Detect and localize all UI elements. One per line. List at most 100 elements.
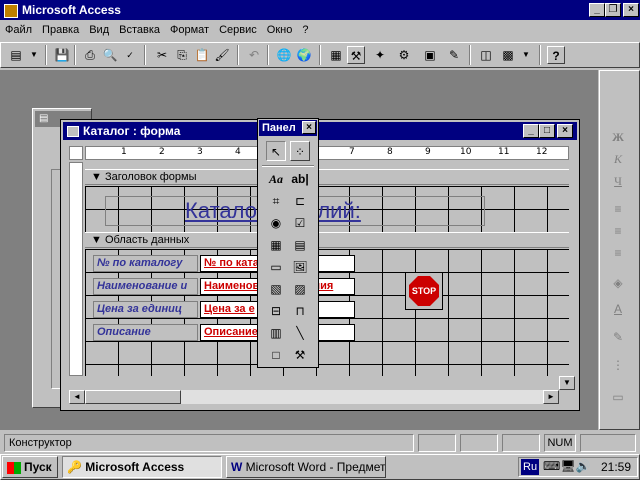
help-icon[interactable]: ? [547,46,565,64]
combo-box-tool-icon[interactable]: ▦ [266,235,286,255]
new-object-icon[interactable]: ▩ [499,46,517,64]
align-left-icon[interactable]: ≡ [608,199,628,219]
taskbar-word-button[interactable]: W Microsoft Word - Предмет... [226,456,386,478]
toolbox-close-button[interactable]: × [302,121,316,134]
form-selector[interactable] [69,146,83,160]
option-button-tool-icon[interactable]: ◉ [266,213,286,233]
detail-area[interactable]: № по каталогу № по ката Наименование и Н… [85,249,569,376]
form-close-button[interactable]: × [557,124,573,138]
format-painter-icon[interactable]: 🖌 [213,46,231,64]
toolbox-palette[interactable]: Панел × ↖ ⁘ Aa ab| ⌗ ⊏ ◉ ☑ ▦ ▤ ▭ 🖼 ▧ ▨ ⊟… [257,118,319,368]
special-effect-icon[interactable]: ▭ [608,387,628,407]
web-toolbar-icon[interactable]: 🌍 [295,46,313,64]
view-dropdown-icon[interactable]: ▼ [25,46,43,64]
autoformat-icon[interactable]: ✦ [371,46,389,64]
form-header-area[interactable]: Каталог изделий: [85,186,569,232]
minimize-button[interactable]: _ [589,3,605,17]
menu-file[interactable]: Файл [0,21,37,39]
more-controls-tool-icon[interactable]: ⚒ [290,345,310,365]
detail-section-bar[interactable]: ▼ Область данных [85,232,569,248]
page-break-tool-icon[interactable]: ⊟ [266,301,286,321]
list-box-tool-icon[interactable]: ▤ [290,235,310,255]
formatting-toolbar: Ж К Ч ≡ ≡ ≡ ◈ A ✎ ⋮ ▭ [599,70,640,430]
line-width-icon[interactable]: ⋮ [608,355,628,375]
hscroll-left-button[interactable]: ◄ [69,390,85,404]
system-tray: Ru ⌨🖥🔊 21:59 [518,457,638,477]
start-button[interactable]: Пуск [2,456,58,478]
checkbox-tool-icon[interactable]: ☑ [290,213,310,233]
toggle-button-tool-icon[interactable]: ⊏ [290,191,310,211]
form-view-icon[interactable]: ▤ [7,46,25,64]
form-maximize-button[interactable]: □ [539,124,555,138]
build-icon[interactable]: ✎ [445,46,463,64]
menu-help[interactable]: ? [297,21,313,39]
form-icon [67,126,79,138]
menu-tools[interactable]: Сервис [214,21,262,39]
print-icon[interactable]: ⎙ [81,46,99,64]
horizontal-scrollbar-thumb[interactable] [85,390,181,404]
spelling-icon[interactable]: ✓ [121,46,139,64]
italic-icon[interactable]: К [608,149,628,169]
label-unit-price[interactable]: Цена за единиц [93,301,198,318]
image-tool-icon[interactable]: 🖼 [290,257,310,277]
label-catalog-number[interactable]: № по каталогу [93,255,198,272]
save-icon[interactable]: 💾 [53,46,71,64]
menu-edit[interactable]: Правка [37,21,84,39]
command-button-tool-icon[interactable]: ▭ [266,257,286,277]
fill-color-icon[interactable]: ◈ [608,273,628,293]
textbox-tool-icon[interactable]: ab| [290,169,310,189]
menu-window[interactable]: Окно [262,21,298,39]
label-description[interactable]: Описание [93,324,198,341]
new-object-dropdown-icon[interactable]: ▼ [517,46,535,64]
form-minimize-button[interactable]: _ [523,124,539,138]
undo-icon[interactable]: ↶ [245,46,263,64]
vertical-ruler [69,162,83,376]
form-window-title: Каталог : форма [83,124,181,138]
paste-icon[interactable]: 📋 [193,46,211,64]
menu-view[interactable]: Вид [84,21,114,39]
language-indicator[interactable]: Ru [521,459,540,475]
taskbar-access-button[interactable]: 🔑 Microsoft Access [62,456,222,478]
line-color-icon[interactable]: ✎ [608,327,628,347]
cut-icon[interactable]: ✂ [153,46,171,64]
option-group-tool-icon[interactable]: ⌗ [266,191,286,211]
rectangle-tool-icon[interactable]: □ [266,345,286,365]
toolbox-icon[interactable]: ⚒ [347,46,365,64]
field-list-icon[interactable]: ▦ [327,46,345,64]
app-title: Microsoft Access [22,3,121,17]
align-center-icon[interactable]: ≡ [608,221,628,241]
menu-format[interactable]: Формат [165,21,214,39]
font-color-icon[interactable]: A [608,299,628,319]
database-window-icon[interactable]: ◫ [477,46,495,64]
main-toolbar: ▤ ▼ 💾 ⎙ 🔍 ✓ ✂ ⎘ 📋 🖌 ↶ 🌐 🌍 ▦ ⚒ ✦ ⚙ ▣ ✎ ◫ … [0,42,640,68]
line-tool-icon[interactable]: ╲ [290,323,310,343]
status-bar-text: Конструктор [4,434,414,452]
copy-icon[interactable]: ⎘ [173,46,191,64]
bold-icon[interactable]: Ж [608,127,628,147]
bound-object-tool-icon[interactable]: ▨ [290,279,310,299]
hscroll-right-button[interactable]: ► [543,390,559,404]
properties-icon[interactable]: ▣ [421,46,439,64]
form-window-titlebar: Каталог : форма [63,122,577,140]
tab-control-tool-icon[interactable]: ⊓ [290,301,310,321]
align-right-icon[interactable]: ≡ [608,243,628,263]
form-design-window[interactable]: Каталог : форма _ □ × 1 2 3 4 5 6 7 8 9 … [60,119,580,411]
database-icon: ▤ [39,113,49,124]
print-preview-icon[interactable]: 🔍 [101,46,119,64]
restore-button[interactable]: ❐ [605,3,621,17]
vscroll-down-button[interactable]: ▼ [559,376,575,390]
label-item-name[interactable]: Наименование и [93,278,198,295]
insert-hyperlink-icon[interactable]: 🌐 [275,46,293,64]
stop-command-button[interactable]: STOP [405,272,443,310]
select-objects-icon[interactable]: ↖ [266,141,286,161]
subform-tool-icon[interactable]: ▥ [266,323,286,343]
menu-insert[interactable]: Вставка [114,21,165,39]
unbound-object-tool-icon[interactable]: ▧ [266,279,286,299]
form-header-section-bar[interactable]: ▼ Заголовок формы [85,169,569,185]
underline-icon[interactable]: Ч [608,171,628,191]
close-button[interactable]: × [623,3,639,17]
clock: 21:59 [601,460,632,474]
code-icon[interactable]: ⚙ [395,46,413,64]
control-wizards-icon[interactable]: ⁘ [290,141,310,161]
label-tool-icon[interactable]: Aa [266,169,286,189]
